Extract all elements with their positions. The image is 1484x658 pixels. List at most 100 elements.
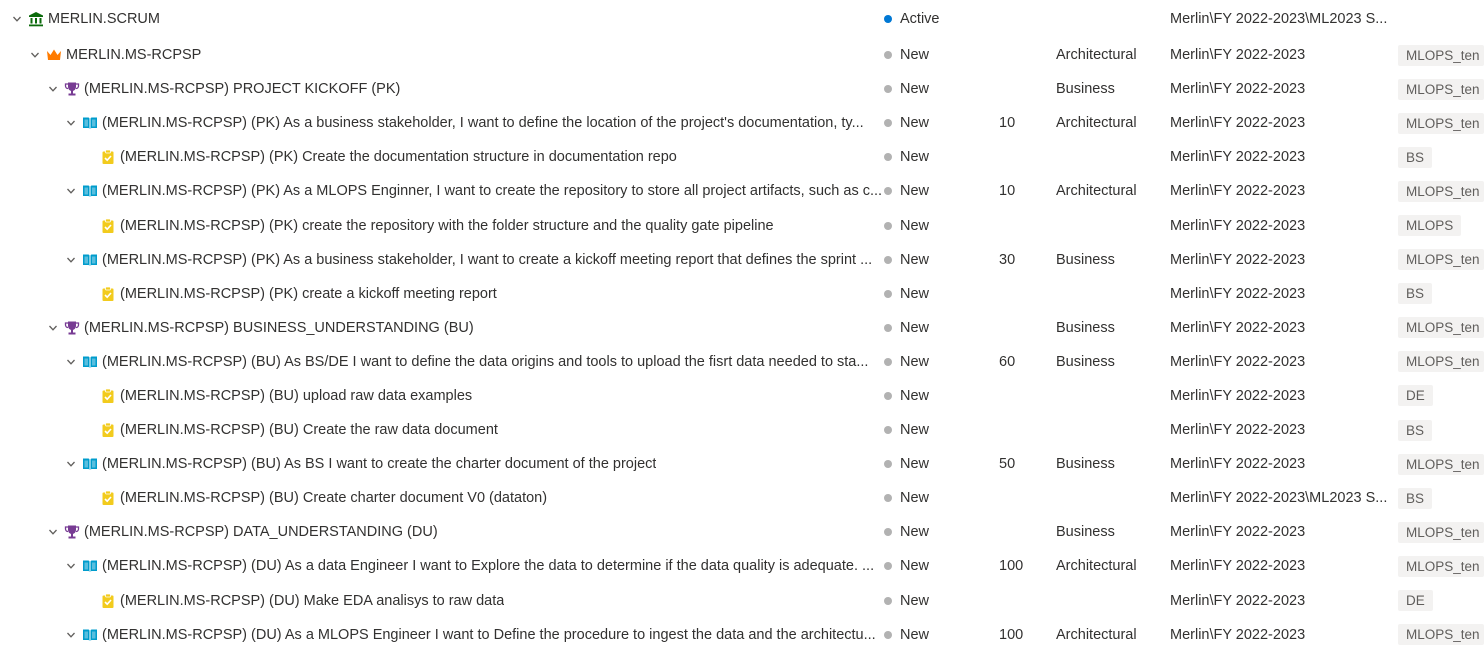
table-row[interactable]: (MERLIN.MS-RCPSP) (BU) As BS I want to c… (0, 447, 1484, 481)
tag-pill[interactable]: MLOPS_ten (1398, 112, 1484, 134)
clipboard-check-icon (100, 218, 116, 234)
tag-pill[interactable]: MLOPS_ten (1398, 453, 1484, 475)
work-item-title[interactable]: MERLIN.MS-RCPSP (66, 47, 201, 63)
table-row[interactable]: (MERLIN.MS-RCPSP) PROJECT KICKOFF (PK) Ne… (0, 72, 1484, 106)
work-item-title[interactable]: (MERLIN.MS-RCPSP) (BU) As BS I want to c… (102, 456, 656, 472)
state-label: New (900, 387, 930, 404)
effort-cell (999, 515, 1049, 549)
table-row[interactable]: (MERLIN.MS-RCPSP) DATA_UNDERSTANDING (DU… (0, 515, 1484, 549)
chevron-down-icon[interactable] (46, 82, 60, 96)
chevron-down-icon[interactable] (46, 321, 60, 335)
value-area-cell (1056, 277, 1166, 311)
table-row[interactable]: (MERLIN.MS-RCPSP) (PK) create the reposi… (0, 208, 1484, 242)
tag-pill[interactable]: MLOPS_ten (1398, 624, 1484, 646)
work-item-title[interactable]: (MERLIN.MS-RCPSP) (DU) As a data Enginee… (102, 558, 874, 574)
work-item-title[interactable]: (MERLIN.MS-RCPSP) (PK) As a MLOPS Enginn… (102, 183, 882, 199)
tags-cell: MLOPS_ten (1398, 106, 1484, 140)
title-cell: (MERLIN.MS-RCPSP) (BU) Create charter do… (0, 481, 960, 515)
tag-pill[interactable]: BS (1398, 146, 1433, 168)
value-area-label: Architectural (1056, 626, 1137, 643)
title-cell: (MERLIN.MS-RCPSP) (BU) Create the raw da… (0, 413, 960, 447)
table-row[interactable]: (MERLIN.MS-RCPSP) (DU) As a data Enginee… (0, 549, 1484, 583)
table-row[interactable]: (MERLIN.MS-RCPSP) (PK) Create the docume… (0, 140, 1484, 174)
tag-pill[interactable]: MLOPS_ten (1398, 249, 1484, 271)
chevron-down-icon[interactable] (64, 457, 78, 471)
table-row[interactable]: (MERLIN.MS-RCPSP) (PK) As a business sta… (0, 243, 1484, 277)
effort-value: 60 (999, 353, 1016, 370)
state-dot-icon (884, 289, 892, 298)
work-item-title[interactable]: (MERLIN.MS-RCPSP) (PK) As a business sta… (102, 252, 872, 268)
effort-cell (999, 413, 1049, 447)
state-dot-icon (884, 119, 892, 128)
work-item-title[interactable]: (MERLIN.MS-RCPSP) BUSINESS_UNDERSTANDING… (84, 320, 474, 336)
tags-cell: DE (1398, 584, 1484, 618)
work-item-title[interactable]: (MERLIN.MS-RCPSP) (DU) Make EDA analisys… (120, 593, 504, 609)
tag-pill[interactable]: BS (1398, 283, 1433, 305)
chevron-down-icon[interactable] (10, 12, 24, 26)
value-area-label: Architectural (1056, 183, 1137, 200)
work-item-title[interactable]: (MERLIN.MS-RCPSP) (BU) As BS/DE I want t… (102, 354, 868, 370)
tag-pill[interactable]: DE (1398, 385, 1433, 407)
iteration-cell: Merlin\FY 2022-2023\ML2023 S... (1170, 0, 1392, 38)
chevron-down-icon[interactable] (64, 559, 78, 573)
tag-pill[interactable]: DE (1398, 590, 1433, 612)
tag-pill[interactable]: MLOPS (1398, 215, 1462, 237)
table-row[interactable]: (MERLIN.MS-RCPSP) (PK) As a MLOPS Enginn… (0, 174, 1484, 208)
title-cell: (MERLIN.MS-RCPSP) (DU) As a MLOPS Engine… (0, 618, 942, 652)
table-row[interactable]: MERLIN.SCRUM Active Merlin\FY 2022-2023\ML… (0, 0, 1484, 38)
tag-pill[interactable]: BS (1398, 487, 1433, 509)
work-item-title[interactable]: (MERLIN.MS-RCPSP) (DU) As a MLOPS Engine… (102, 627, 876, 643)
title-cell: MERLIN.MS-RCPSP (0, 38, 906, 72)
table-row[interactable]: (MERLIN.MS-RCPSP) (BU) Create the raw da… (0, 413, 1484, 447)
work-item-title[interactable]: (MERLIN.MS-RCPSP) DATA_UNDERSTANDING (DU… (84, 524, 438, 540)
state-dot-icon (884, 357, 892, 366)
table-row[interactable]: (MERLIN.MS-RCPSP) (DU) As a MLOPS Engine… (0, 618, 1484, 652)
table-row[interactable]: (MERLIN.MS-RCPSP) BUSINESS_UNDERSTANDING… (0, 311, 1484, 345)
tag-pill[interactable]: MLOPS_ten (1398, 351, 1484, 373)
chevron-down-icon[interactable] (46, 525, 60, 539)
table-row[interactable]: (MERLIN.MS-RCPSP) (BU) Create charter do… (0, 481, 1484, 515)
chevron-down-icon[interactable] (64, 184, 78, 198)
tag-pill[interactable]: MLOPS_ten (1398, 555, 1484, 577)
tag-pill[interactable]: MLOPS_ten (1398, 521, 1484, 543)
state-label: New (900, 115, 930, 132)
work-item-title[interactable]: (MERLIN.MS-RCPSP) (PK) create a kickoff … (120, 286, 497, 302)
effort-cell (999, 208, 1049, 242)
tag-pill[interactable]: BS (1398, 419, 1433, 441)
chevron-down-icon[interactable] (64, 253, 78, 267)
table-row[interactable]: (MERLIN.MS-RCPSP) (BU) upload raw data e… (0, 379, 1484, 413)
work-item-title[interactable]: (MERLIN.MS-RCPSP) (BU) Create the raw da… (120, 422, 498, 438)
work-item-title[interactable]: (MERLIN.MS-RCPSP) (BU) upload raw data e… (120, 388, 472, 404)
tag-pill[interactable]: MLOPS_ten (1398, 180, 1484, 202)
state-dot-icon (884, 187, 892, 196)
work-item-title[interactable]: (MERLIN.MS-RCPSP) (PK) As a business sta… (102, 115, 864, 131)
value-area-cell: Business (1056, 311, 1166, 345)
value-area-label: Architectural (1056, 47, 1137, 64)
state-label: New (900, 353, 930, 370)
chevron-down-icon[interactable] (28, 48, 42, 62)
work-item-title[interactable]: (MERLIN.MS-RCPSP) PROJECT KICKOFF (PK) (84, 81, 400, 97)
state-dot-icon (884, 494, 892, 503)
table-row[interactable]: (MERLIN.MS-RCPSP) (BU) As BS/DE I want t… (0, 345, 1484, 379)
value-area-label: Business (1056, 319, 1115, 336)
table-row[interactable]: (MERLIN.MS-RCPSP) (PK) create a kickoff … (0, 277, 1484, 311)
tag-pill[interactable]: MLOPS_ten (1398, 44, 1484, 66)
work-item-title[interactable]: (MERLIN.MS-RCPSP) (BU) Create charter do… (120, 490, 547, 506)
chevron-down-icon[interactable] (64, 116, 78, 130)
chevron-down-icon[interactable] (64, 628, 78, 642)
value-area-label: Architectural (1056, 115, 1137, 132)
table-row[interactable]: (MERLIN.MS-RCPSP) (DU) Make EDA analisys… (0, 584, 1484, 618)
work-item-title[interactable]: (MERLIN.MS-RCPSP) (PK) Create the docume… (120, 149, 677, 165)
state-label: New (900, 251, 930, 268)
chevron-down-icon[interactable] (64, 355, 78, 369)
tags-cell: BS (1398, 140, 1484, 174)
tag-pill[interactable]: MLOPS_ten (1398, 317, 1484, 339)
work-item-title[interactable]: MERLIN.SCRUM (48, 11, 160, 27)
effort-value: 50 (999, 456, 1016, 473)
work-item-title[interactable]: (MERLIN.MS-RCPSP) (PK) create the reposi… (120, 218, 774, 234)
tags-cell: MLOPS_ten (1398, 38, 1484, 72)
table-row[interactable]: MERLIN.MS-RCPSP New Architectural Merlin\FY… (0, 38, 1484, 72)
table-row[interactable]: (MERLIN.MS-RCPSP) (PK) As a business sta… (0, 106, 1484, 140)
tag-pill[interactable]: MLOPS_ten (1398, 78, 1484, 100)
effort-cell (999, 38, 1049, 72)
